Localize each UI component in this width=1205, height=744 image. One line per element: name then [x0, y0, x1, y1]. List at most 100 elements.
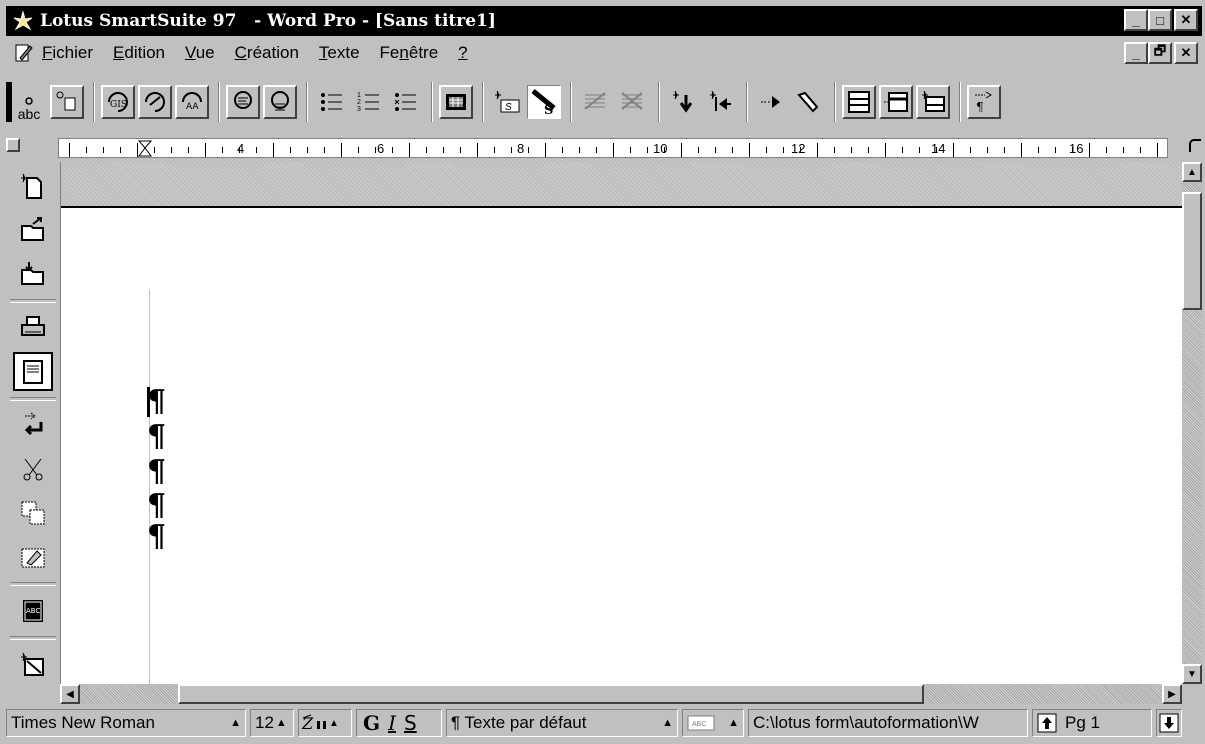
vertical-scroll-thumb[interactable]	[1182, 192, 1202, 310]
doc-close-button[interactable]: ✕	[1174, 42, 1198, 64]
paragraph-style-field[interactable]: ¶ Texte par défaut ▲	[446, 709, 678, 737]
table-button[interactable]	[439, 85, 473, 119]
spell-check-sidebar-button[interactable]: ABC	[13, 591, 53, 630]
text-size-button[interactable]: AA	[175, 85, 209, 119]
scroll-up-button[interactable]: ▲	[1182, 162, 1202, 182]
page-layout-icon	[848, 91, 870, 113]
file-path-field[interactable]: C:\lotus form\autoformation\W	[748, 709, 1028, 737]
strike-grid-button[interactable]	[578, 85, 612, 119]
ruler-tick	[766, 147, 767, 153]
copy-icon	[21, 501, 45, 525]
paste-button[interactable]	[13, 538, 53, 577]
align-left-button[interactable]	[226, 85, 260, 119]
menu-creation[interactable]: Création	[235, 43, 299, 63]
menu-fichier[interactable]: Fichier	[42, 43, 93, 63]
save-folder-button[interactable]	[13, 255, 53, 294]
open-folder-button[interactable]	[13, 211, 53, 250]
abc-frame-button[interactable]: abc	[6, 82, 46, 122]
page-add-button[interactable]	[916, 85, 950, 119]
toolbar-separator	[746, 82, 748, 122]
page-up-arrow-icon[interactable]	[1037, 713, 1057, 733]
doc-minimize-button[interactable]: _	[1124, 42, 1148, 64]
text-effects-button[interactable]: Z ▲	[298, 709, 352, 737]
arrow-right-button[interactable]	[754, 85, 788, 119]
ruler-tick	[579, 147, 580, 153]
spell-check-button[interactable]: S	[527, 85, 561, 119]
page-field[interactable]: Pg 1	[1032, 709, 1152, 737]
ruler[interactable]: 4 6 8 10 12 14 16	[6, 136, 1202, 162]
ruler-scale[interactable]: 4 6 8 10 12 14 16	[58, 138, 1168, 158]
ruler-tab-icon[interactable]	[1188, 138, 1202, 154]
font-size-field[interactable]: 12 ▲	[250, 709, 294, 737]
ruler-tick	[953, 143, 954, 157]
status-menu-button[interactable]	[1156, 709, 1182, 737]
ruler-tick	[919, 147, 920, 153]
document-area[interactable]: ¶ ¶ ¶ ¶ ¶	[60, 162, 1182, 684]
gis-style-button[interactable]: GIS	[101, 85, 135, 119]
document-icon[interactable]	[10, 40, 36, 66]
underline-button[interactable]: S	[404, 711, 417, 735]
svg-text:GIS: GIS	[110, 100, 127, 110]
copy-button[interactable]	[13, 494, 53, 533]
lotus-app-icon[interactable]	[10, 8, 36, 34]
indent-marker-icon[interactable]	[137, 140, 153, 158]
doc-restore-button[interactable]: 🗗	[1148, 42, 1172, 64]
frame-button[interactable]	[50, 85, 84, 119]
new-document-button[interactable]	[13, 167, 53, 206]
page-layout-button[interactable]	[842, 85, 876, 119]
scroll-right-button[interactable]: ▶	[1162, 684, 1182, 704]
ruler-tick	[1021, 143, 1022, 157]
spell-status-field[interactable]: ABC ▲	[682, 709, 744, 737]
menu-texte[interactable]: Texte	[319, 43, 360, 63]
ruler-tick	[86, 147, 87, 153]
bold-button[interactable]: G	[363, 711, 380, 735]
checklist-button[interactable]	[388, 85, 422, 119]
font-name-field[interactable]: Times New Roman ▲	[6, 709, 246, 737]
svg-text:▲: ▲	[329, 718, 339, 729]
print-button[interactable]	[13, 308, 53, 347]
horizontal-scroll-thumb[interactable]	[178, 684, 924, 704]
page-insert-button[interactable]	[879, 85, 913, 119]
numbered-list-button[interactable]: 123	[351, 85, 385, 119]
bullets-button[interactable]	[314, 85, 348, 119]
abc-frame-icon	[25, 97, 33, 105]
minimize-button[interactable]: _	[1124, 9, 1148, 31]
strike-grid2-button[interactable]	[615, 85, 649, 119]
maximize-button[interactable]: □	[1148, 9, 1172, 31]
menu-vue[interactable]: Vue	[185, 43, 215, 63]
paste-icon	[21, 548, 45, 568]
menu-fenetre[interactable]: Fenêtre	[380, 43, 439, 63]
title-bar[interactable]: Lotus SmartSuite 97 - Word Pro - [Sans t…	[6, 6, 1202, 36]
close-button[interactable]: ✕	[1174, 9, 1198, 31]
flashlight-button[interactable]	[791, 85, 825, 119]
scroll-left-button[interactable]: ◀	[60, 684, 80, 704]
draw-frame-button[interactable]	[13, 645, 53, 684]
vertical-scrollbar[interactable]: ▲ ▼	[1182, 162, 1202, 684]
align-center-button[interactable]	[263, 85, 297, 119]
horizontal-scrollbar[interactable]: ◀ ▶	[60, 684, 1182, 704]
cut-button[interactable]	[13, 450, 53, 489]
menu-fichier-accel: F	[42, 43, 53, 62]
page-preview-button[interactable]	[13, 352, 53, 392]
menu-edition[interactable]: Edition	[113, 43, 165, 63]
page-top-margin	[61, 162, 1182, 208]
undo-button[interactable]	[13, 406, 53, 445]
smarticons-toolbar: abc GIS AA 123 S S ¶	[6, 70, 1202, 134]
checklist-icon	[394, 93, 416, 111]
ruler-corner-button[interactable]	[6, 138, 20, 152]
spell-insert-button[interactable]: S	[490, 85, 524, 119]
caret-up-icon: ▲	[662, 717, 673, 729]
scroll-down-button[interactable]: ▼	[1182, 664, 1202, 684]
menu-help[interactable]: ?	[458, 43, 467, 63]
italic-button[interactable]: I	[388, 711, 396, 735]
ruler-tick	[256, 147, 257, 153]
fast-format-button[interactable]	[138, 85, 172, 119]
insert-down-button[interactable]	[666, 85, 700, 119]
ruler-tick	[409, 143, 410, 157]
menu-creation-accel: C	[234, 43, 247, 62]
goto-begin-button[interactable]	[703, 85, 737, 119]
show-marks-button[interactable]: ¶	[967, 85, 1001, 119]
down-arrow-icon	[1159, 713, 1179, 733]
ruler-tick	[664, 147, 665, 153]
ruler-tick	[460, 147, 461, 153]
